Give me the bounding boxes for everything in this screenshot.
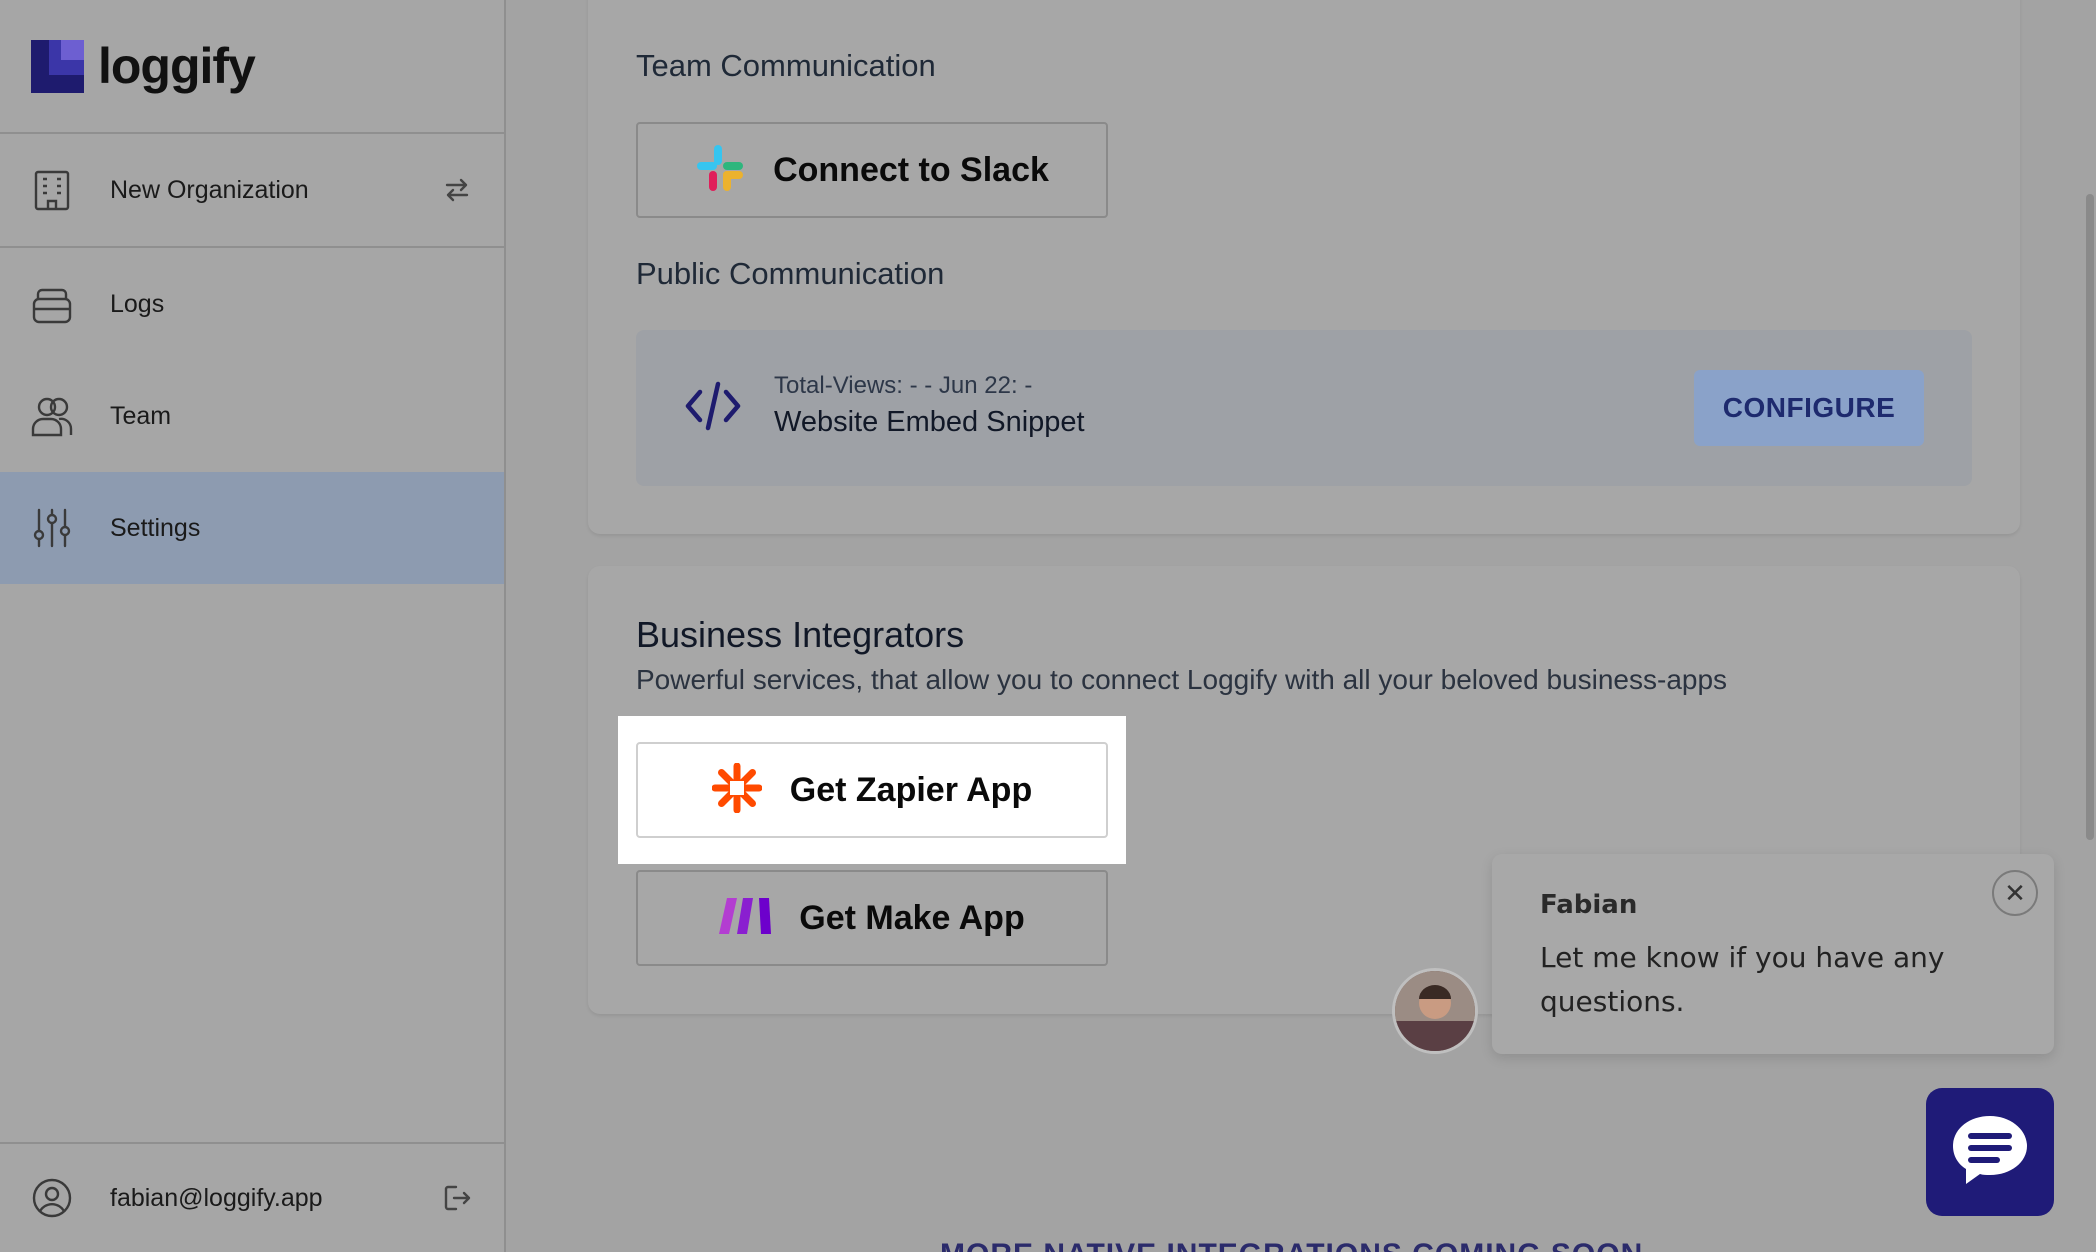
business-integrators-subtitle: Powerful services, that allow you to con… [636,664,1728,695]
configure-button[interactable]: CONFIGURE [1694,370,1924,446]
slack-icon [695,143,745,198]
logout-icon[interactable] [442,1183,472,1213]
close-icon[interactable]: ✕ [1992,870,2038,916]
users-icon [31,395,73,437]
chat-bubble-icon [1949,1112,2031,1193]
team-communication-title: Team Communication [636,48,936,83]
make-icon [719,897,772,939]
chat-popup[interactable]: Fabian Let me know if you have any quest… [1492,854,2054,1054]
get-make-app-button[interactable]: Get Make App [636,870,1108,966]
sidebar-item-label: Logs [110,289,165,318]
logo-mark-icon [31,39,84,93]
building-icon [31,169,73,211]
get-zapier-app-button[interactable]: Get Zapier App [636,742,1108,838]
chat-launcher-button[interactable] [1926,1088,2054,1216]
zapier-icon [711,762,763,818]
scrollbar[interactable] [2086,194,2094,840]
logo[interactable]: loggify [0,0,504,134]
switch-arrows-icon[interactable] [442,175,472,205]
organization-name: New Organization [110,175,309,204]
code-icon [684,380,742,432]
sidebar-item-settings[interactable]: Settings [0,472,504,584]
business-integrators-title: Business Integrators [636,614,965,655]
public-communication-title: Public Communication [636,256,945,291]
user-profile[interactable]: fabian@loggify.app [0,1142,504,1252]
agent-avatar [1392,968,1478,1054]
embed-snippet-name: Website Embed Snippet [774,406,1085,438]
sidebar-item-logs[interactable]: Logs [0,248,504,360]
sidebar-item-label: Team [110,401,172,430]
logo-text: loggify [98,38,256,94]
chat-message: Let me know if you have any questions. [1540,941,1945,1018]
coming-soon-heading: MORE NATIVE INTEGRATIONS COMING SOON [940,1238,1643,1252]
user-circle-icon [31,1177,73,1219]
main-content: Team Communication Connect to Slack Publ… [508,0,2096,1252]
inbox-icon [31,283,73,325]
sidebar: loggify New Organization Logs Team Setti… [0,0,506,1252]
slack-button-label: Connect to Slack [773,150,1049,189]
connect-slack-button[interactable]: Connect to Slack [636,122,1108,218]
make-button-label: Get Make App [799,898,1025,937]
user-email: fabian@loggify.app [110,1183,323,1212]
sidebar-item-label: Settings [110,513,201,542]
zapier-button-label: Get Zapier App [789,770,1033,809]
organization-switcher[interactable]: New Organization [0,134,504,248]
embed-snippet-row: Total-Views: - - Jun 22: - Website Embed… [636,330,1972,486]
sliders-icon [31,507,73,549]
embed-views-meta: Total-Views: - - Jun 22: - [774,372,1033,399]
sidebar-item-team[interactable]: Team [0,360,504,472]
chat-agent-name: Fabian [1540,890,1638,920]
